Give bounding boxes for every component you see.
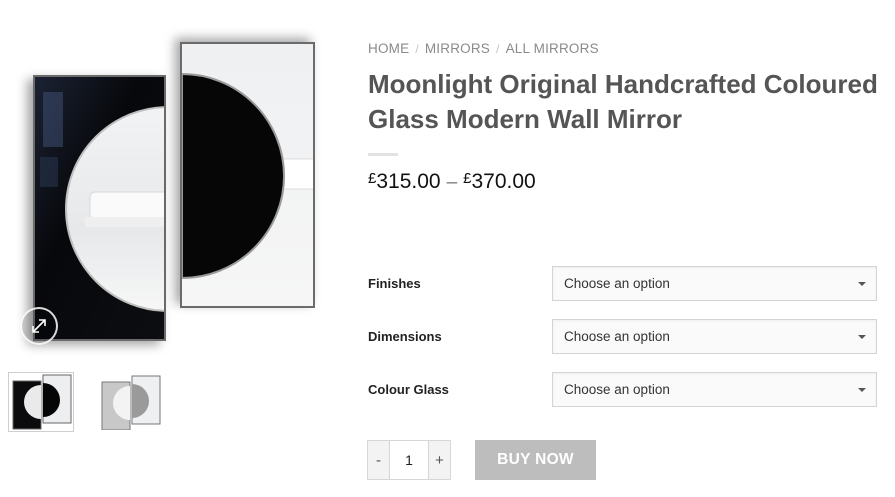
breadcrumb-home[interactable]: HOME xyxy=(368,41,409,56)
quantity-plus-button[interactable]: + xyxy=(428,440,451,480)
thumbnail-strip xyxy=(8,372,164,432)
variation-dimensions: Dimensions Choose an option xyxy=(368,319,878,354)
colour-glass-select[interactable]: Choose an option xyxy=(552,372,877,407)
quantity-stepper: - 1 + xyxy=(367,440,451,480)
expand-arrows-icon xyxy=(32,319,46,333)
variation-finishes: Finishes Choose an option xyxy=(368,266,878,301)
currency-symbol: £ xyxy=(463,170,472,187)
finishes-label: Finishes xyxy=(368,276,421,291)
chevron-down-icon xyxy=(858,281,866,286)
breadcrumb-mirrors[interactable]: MIRRORS xyxy=(425,41,490,56)
colour-glass-label: Colour Glass xyxy=(368,382,449,397)
price-max: 370.00 xyxy=(471,170,536,193)
finishes-select-value: Choose an option xyxy=(564,276,670,291)
mirror-left-panel xyxy=(33,75,166,341)
price-min: 315.00 xyxy=(376,170,441,193)
price-range: £315.00– £370.00 xyxy=(368,170,536,194)
quantity-minus-button[interactable]: - xyxy=(367,440,390,480)
breadcrumb-separator: / xyxy=(415,42,419,56)
price-dash: – xyxy=(446,172,458,193)
variation-colour-glass: Colour Glass Choose an option xyxy=(368,372,878,407)
breadcrumb: HOME / MIRRORS / ALL MIRRORS xyxy=(368,41,599,56)
title-divider xyxy=(368,153,398,156)
colour-glass-select-value: Choose an option xyxy=(564,382,670,397)
zoom-button[interactable] xyxy=(20,307,58,345)
thumbnail-black-glass[interactable] xyxy=(8,372,74,432)
dimensions-label: Dimensions xyxy=(368,329,442,344)
buy-now-button[interactable]: BUY NOW xyxy=(475,440,596,480)
chevron-down-icon xyxy=(858,387,866,392)
breadcrumb-all-mirrors[interactable]: ALL MIRRORS xyxy=(506,41,599,56)
quantity-input[interactable]: 1 xyxy=(390,440,428,480)
mirror-right-panel xyxy=(180,42,315,308)
thumbnail-grey-glass[interactable] xyxy=(98,372,164,432)
product-main-image[interactable] xyxy=(0,30,345,355)
product-title: Moonlight Original Handcrafted Coloured … xyxy=(368,69,878,134)
dimensions-select-value: Choose an option xyxy=(564,329,670,344)
finishes-select[interactable]: Choose an option xyxy=(552,266,877,301)
breadcrumb-separator: / xyxy=(496,42,500,56)
dimensions-select[interactable]: Choose an option xyxy=(552,319,877,354)
chevron-down-icon xyxy=(858,334,866,339)
